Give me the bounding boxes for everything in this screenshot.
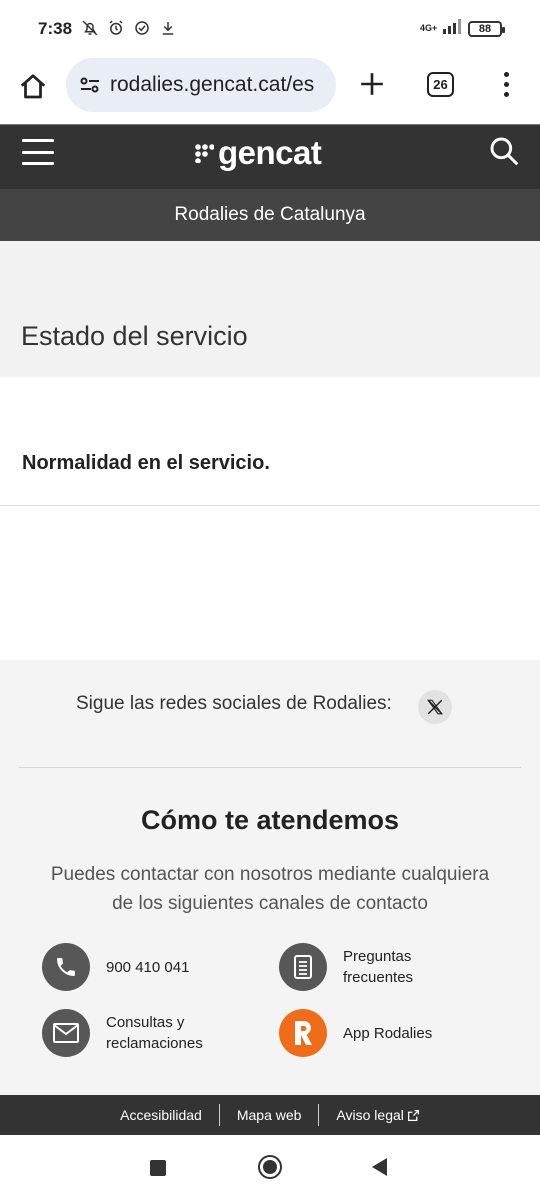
legal-notice-link-label: Aviso legal xyxy=(336,1107,404,1123)
plus-icon xyxy=(361,73,383,95)
service-status-message: Normalidad en el servicio. xyxy=(22,452,270,474)
gencat-logo[interactable]: gencat xyxy=(194,133,322,173)
logo-text: gencat xyxy=(218,134,322,171)
status-time: 7:38 xyxy=(38,19,73,38)
contact-heading: Cómo te atendemos xyxy=(140,805,400,835)
site-settings-icon[interactable] xyxy=(78,73,102,97)
accessibility-link[interactable]: Accesibilidad xyxy=(103,1107,219,1123)
site-subheader: Rodalies de Catalunya xyxy=(0,189,540,241)
gencat-logo-icon xyxy=(195,144,214,163)
accessibility-link-label: Accesibilidad xyxy=(120,1107,202,1123)
status-icons xyxy=(80,18,178,38)
battery-indicator: 88 xyxy=(468,20,505,37)
legal-notice-link[interactable]: Aviso legal xyxy=(319,1107,436,1123)
footer-contact-area: Sigue las redes sociales de Rodalies: Có… xyxy=(0,660,540,1095)
contact-faq[interactable]: Preguntas frecuentes xyxy=(279,943,433,991)
x-twitter-button[interactable] xyxy=(418,690,452,724)
site-subtitle[interactable]: Rodalies de Catalunya xyxy=(174,204,365,226)
contact-complaints[interactable]: Consultas y reclamaciones xyxy=(42,1009,226,1057)
address-bar[interactable]: rodalies.gencat.cat/es xyxy=(66,58,336,112)
download-icon xyxy=(158,18,178,38)
phone-icon xyxy=(42,943,90,991)
check-circle-icon xyxy=(132,18,152,38)
home-icon xyxy=(20,74,46,99)
url-text[interactable]: rodalies.gencat.cat/es xyxy=(110,73,314,97)
home-nav-button[interactable] xyxy=(258,1155,282,1179)
signal-icon xyxy=(442,18,462,39)
hamburger-menu-icon[interactable] xyxy=(22,139,54,165)
social-text: Sigue las redes sociales de Rodalies: xyxy=(76,693,392,714)
service-status-section: Estado del servicio xyxy=(0,241,540,377)
home-button[interactable] xyxy=(14,68,52,106)
status-bar: 7:38 4G+ 88 xyxy=(0,0,540,56)
back-button[interactable] xyxy=(372,1158,387,1176)
tab-switcher-button[interactable]: 26 xyxy=(427,72,454,97)
contact-complaints-label[interactable]: Consultas y reclamaciones xyxy=(106,1012,226,1054)
search-icon[interactable] xyxy=(488,135,520,167)
social-row: Sigue las redes sociales de Rodalies: xyxy=(0,690,540,724)
divider xyxy=(0,505,540,506)
x-logo-icon xyxy=(427,699,443,715)
document-list-icon xyxy=(279,943,327,991)
external-link-icon xyxy=(407,1109,419,1121)
contact-app[interactable]: App Rodalies xyxy=(279,1009,432,1057)
browser-toolbar: rodalies.gencat.cat/es 26 xyxy=(0,56,540,124)
browser-menu-button[interactable] xyxy=(494,66,518,102)
contact-phone-label[interactable]: 900 410 041 xyxy=(106,957,189,978)
recents-button[interactable] xyxy=(150,1160,166,1176)
contact-description: Puedes contactar con nosotros mediante c… xyxy=(50,864,490,914)
new-tab-button[interactable] xyxy=(352,64,392,104)
sitemap-link[interactable]: Mapa web xyxy=(220,1107,319,1123)
status-right: 4G+ 88 xyxy=(420,18,505,39)
alarm-icon xyxy=(106,18,126,38)
contact-faq-label[interactable]: Preguntas frecuentes xyxy=(343,946,433,988)
footer-links-bar: Accesibilidad Mapa web Aviso legal xyxy=(0,1095,540,1135)
system-nav-bar xyxy=(0,1135,540,1200)
page-title: Estado del servicio xyxy=(21,321,248,351)
contact-phone[interactable]: 900 410 041 xyxy=(42,943,189,991)
network-type: 4G+ xyxy=(420,23,438,33)
notifications-off-icon xyxy=(80,18,100,38)
more-vert-icon xyxy=(503,71,509,77)
contact-app-label[interactable]: App Rodalies xyxy=(343,1023,432,1044)
sitemap-link-label: Mapa web xyxy=(236,1107,302,1123)
divider xyxy=(19,767,521,768)
rodalies-r-icon xyxy=(279,1009,327,1057)
site-header: gencat xyxy=(0,124,540,189)
envelope-icon xyxy=(42,1009,90,1057)
